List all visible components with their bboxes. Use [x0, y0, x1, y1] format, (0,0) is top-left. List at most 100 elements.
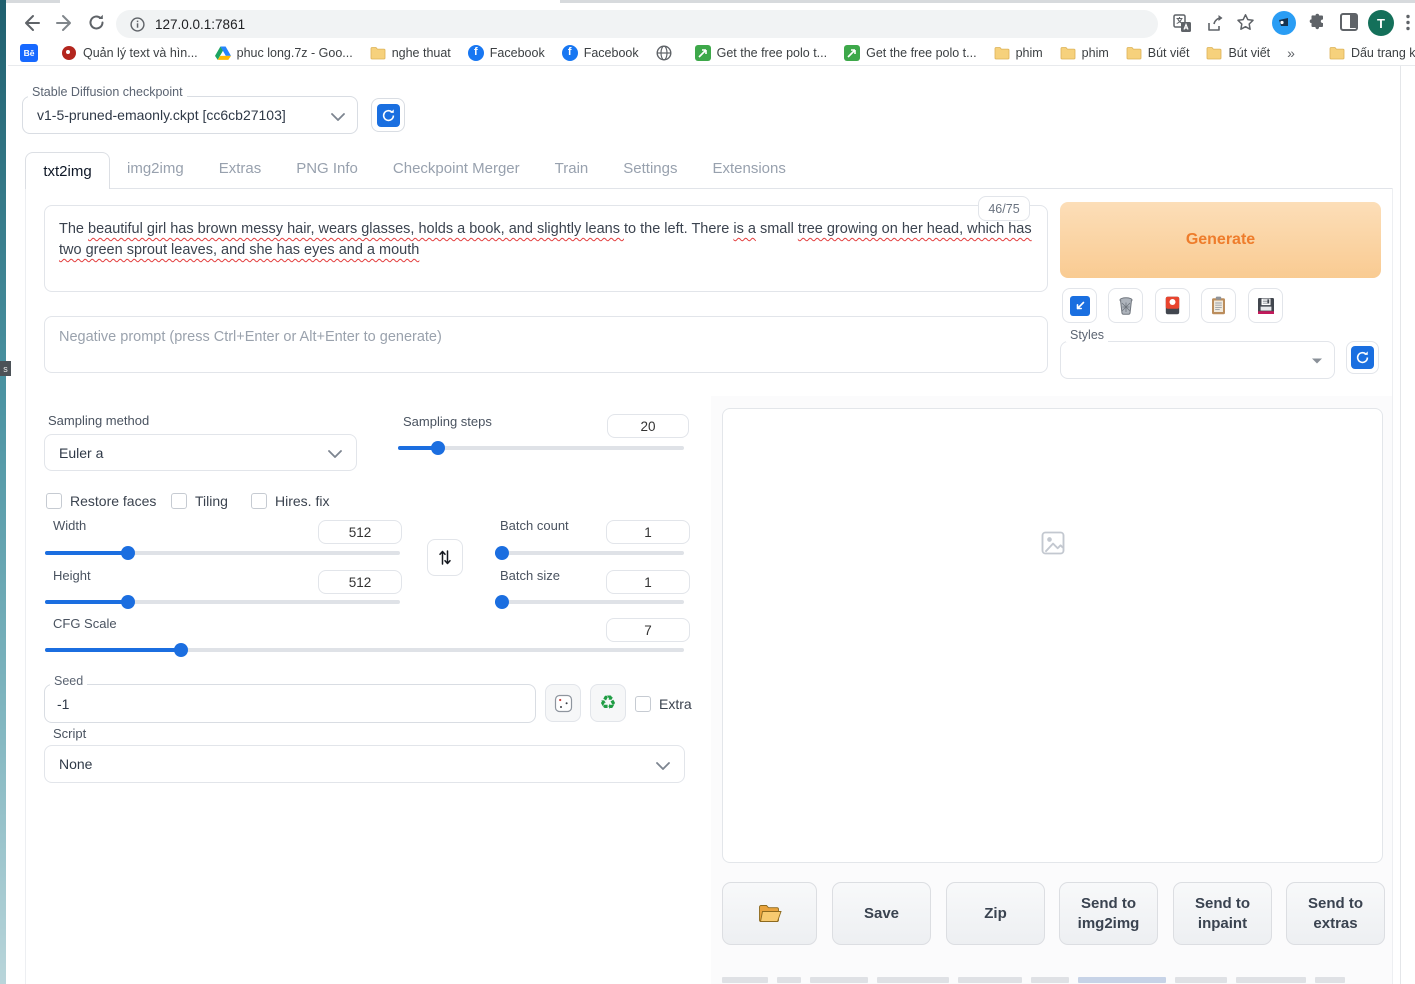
result-gallery[interactable] — [722, 408, 1383, 863]
dropdown-arrow-icon — [1312, 358, 1322, 364]
flower-card-icon — [1165, 296, 1180, 315]
apply-style-button[interactable] — [1201, 288, 1236, 323]
refresh-styles-button[interactable] — [1346, 341, 1379, 374]
bookmark-folder[interactable]: nghe thuat — [370, 45, 451, 61]
bookmark-item[interactable]: phuc long.7z - Goo... — [214, 45, 353, 61]
refresh-icon — [1351, 346, 1374, 369]
bookmark-behance[interactable]: Bē — [20, 43, 44, 62]
bookmark-folder[interactable]: Bút viết — [1206, 45, 1270, 61]
tab-checkpoint-merger[interactable]: Checkpoint Merger — [393, 160, 520, 177]
clipboard-icon — [1212, 296, 1225, 315]
sampling-method-dropdown[interactable]: Euler a — [44, 434, 357, 471]
star-icon[interactable] — [1236, 13, 1255, 32]
site-info-icon[interactable] — [130, 16, 145, 32]
tab-txt2img-bottom-mask — [26, 187, 109, 190]
bookmark-other-folder[interactable]: Dấu trang kha — [1329, 45, 1415, 61]
script-value: None — [59, 756, 93, 772]
width-input[interactable] — [318, 520, 402, 544]
sampling-steps-label: Sampling steps — [403, 414, 492, 429]
extra-seed-checkbox[interactable] — [635, 696, 651, 712]
save-style-button[interactable] — [1248, 288, 1283, 323]
hires-fix-checkbox[interactable] — [251, 493, 267, 509]
green-app-icon — [694, 44, 711, 61]
hires-fix-label: Hires. fix — [275, 493, 330, 509]
style-card-button[interactable] — [1155, 288, 1190, 323]
styles-dropdown[interactable] — [1060, 341, 1335, 379]
prompt-textarea[interactable]: The beautiful girl has brown messy hair,… — [44, 205, 1048, 292]
random-seed-button[interactable] — [545, 684, 581, 722]
facebook-icon: f — [467, 44, 484, 61]
bookmark-globe[interactable] — [656, 44, 678, 61]
behance-icon: Bē — [20, 43, 38, 62]
bookmark-folder[interactable]: phim — [1060, 45, 1109, 61]
profile-avatar[interactable]: T — [1368, 10, 1394, 36]
scrollbar-track[interactable] — [1400, 66, 1401, 984]
tiling-checkbox[interactable] — [171, 493, 187, 509]
batch-count-slider[interactable] — [495, 546, 684, 560]
reuse-seed-button[interactable]: ♻ — [590, 684, 626, 722]
cfg-scale-input[interactable] — [606, 618, 690, 642]
sampling-steps-slider[interactable] — [398, 441, 684, 455]
url-bar[interactable]: 127.0.0.1:7861 — [116, 10, 1158, 38]
batch-size-label: Batch size — [500, 568, 560, 583]
open-folder-button[interactable] — [722, 882, 817, 945]
url-text: 127.0.0.1:7861 — [155, 16, 246, 32]
extension-badge-icon[interactable] — [1272, 11, 1296, 35]
cfg-scale-label: CFG Scale — [53, 616, 117, 631]
script-dropdown[interactable]: None — [44, 745, 685, 783]
tab-extensions[interactable]: Extensions — [712, 160, 785, 177]
tab-png-info[interactable]: PNG Info — [296, 160, 358, 177]
cfg-scale-slider[interactable] — [45, 643, 684, 657]
container-left-border — [25, 188, 26, 984]
bookmark-folder[interactable]: Bút viết — [1126, 45, 1189, 61]
bookmark-facebook[interactable]: f Facebook — [467, 44, 545, 61]
bookmark-folder[interactable]: phim — [994, 45, 1043, 61]
share-icon[interactable] — [1206, 14, 1225, 33]
restore-faces-checkbox[interactable] — [46, 493, 62, 509]
checkpoint-label: Stable Diffusion checkpoint — [28, 85, 187, 99]
bookmark-item[interactable]: Get the free polo t... — [844, 44, 977, 61]
tab-extras[interactable]: Extras — [219, 160, 262, 177]
send-to-img2img-button[interactable]: Send to img2img — [1059, 882, 1158, 945]
reload-icon[interactable] — [87, 13, 106, 32]
height-slider[interactable] — [45, 595, 400, 609]
bookmarks-overflow-chevron[interactable]: » — [1287, 45, 1295, 61]
folder-icon — [1206, 45, 1222, 61]
refresh-checkpoints-button[interactable] — [371, 98, 405, 132]
height-label: Height — [53, 568, 91, 583]
negative-prompt-textarea[interactable] — [44, 316, 1048, 373]
send-to-inpaint-button[interactable]: Send to inpaint — [1173, 882, 1272, 945]
seed-label: Seed — [50, 674, 88, 688]
bookmark-item[interactable]: Get the free polo t... — [694, 44, 827, 61]
batch-size-slider[interactable] — [495, 595, 684, 609]
batch-count-input[interactable] — [606, 520, 690, 544]
restore-faces-label: Restore faces — [70, 493, 157, 509]
translate-icon[interactable] — [1173, 14, 1192, 33]
tab-train[interactable]: Train — [555, 160, 589, 177]
batch-size-input[interactable] — [606, 570, 690, 594]
menu-dots-icon[interactable] — [1404, 13, 1412, 32]
forward-icon[interactable] — [56, 14, 74, 32]
height-input[interactable] — [318, 570, 402, 594]
prompt-text: The beautiful girl has brown messy hair,… — [59, 221, 1032, 258]
paste-params-button[interactable] — [1062, 288, 1097, 323]
bookmark-facebook[interactable]: f Facebook — [561, 44, 639, 61]
send-to-extras-button[interactable]: Send to extras — [1286, 882, 1385, 945]
checkpoint-dropdown[interactable]: v1-5-pruned-emaonly.ckpt [cc6cb27103] — [22, 96, 358, 134]
bookmark-item[interactable]: Quản lý text và hìn... — [61, 45, 198, 61]
clear-prompt-button[interactable] — [1108, 288, 1143, 323]
side-panel-icon[interactable] — [1340, 13, 1358, 31]
tab-txt2img[interactable]: txt2img — [25, 152, 110, 189]
back-icon[interactable] — [22, 14, 40, 32]
tab-settings[interactable]: Settings — [623, 160, 677, 177]
save-button[interactable]: Save — [832, 882, 931, 945]
width-slider[interactable] — [45, 546, 400, 560]
sampling-steps-input[interactable] — [607, 414, 689, 438]
puzzle-extensions-icon[interactable] — [1308, 13, 1327, 32]
generate-button[interactable]: Generate — [1060, 202, 1381, 278]
container-right-border — [1392, 188, 1393, 984]
tab-img2img[interactable]: img2img — [127, 160, 184, 177]
zip-button[interactable]: Zip — [946, 882, 1045, 945]
swap-dimensions-button[interactable] — [427, 539, 463, 576]
seed-input[interactable] — [44, 684, 536, 723]
